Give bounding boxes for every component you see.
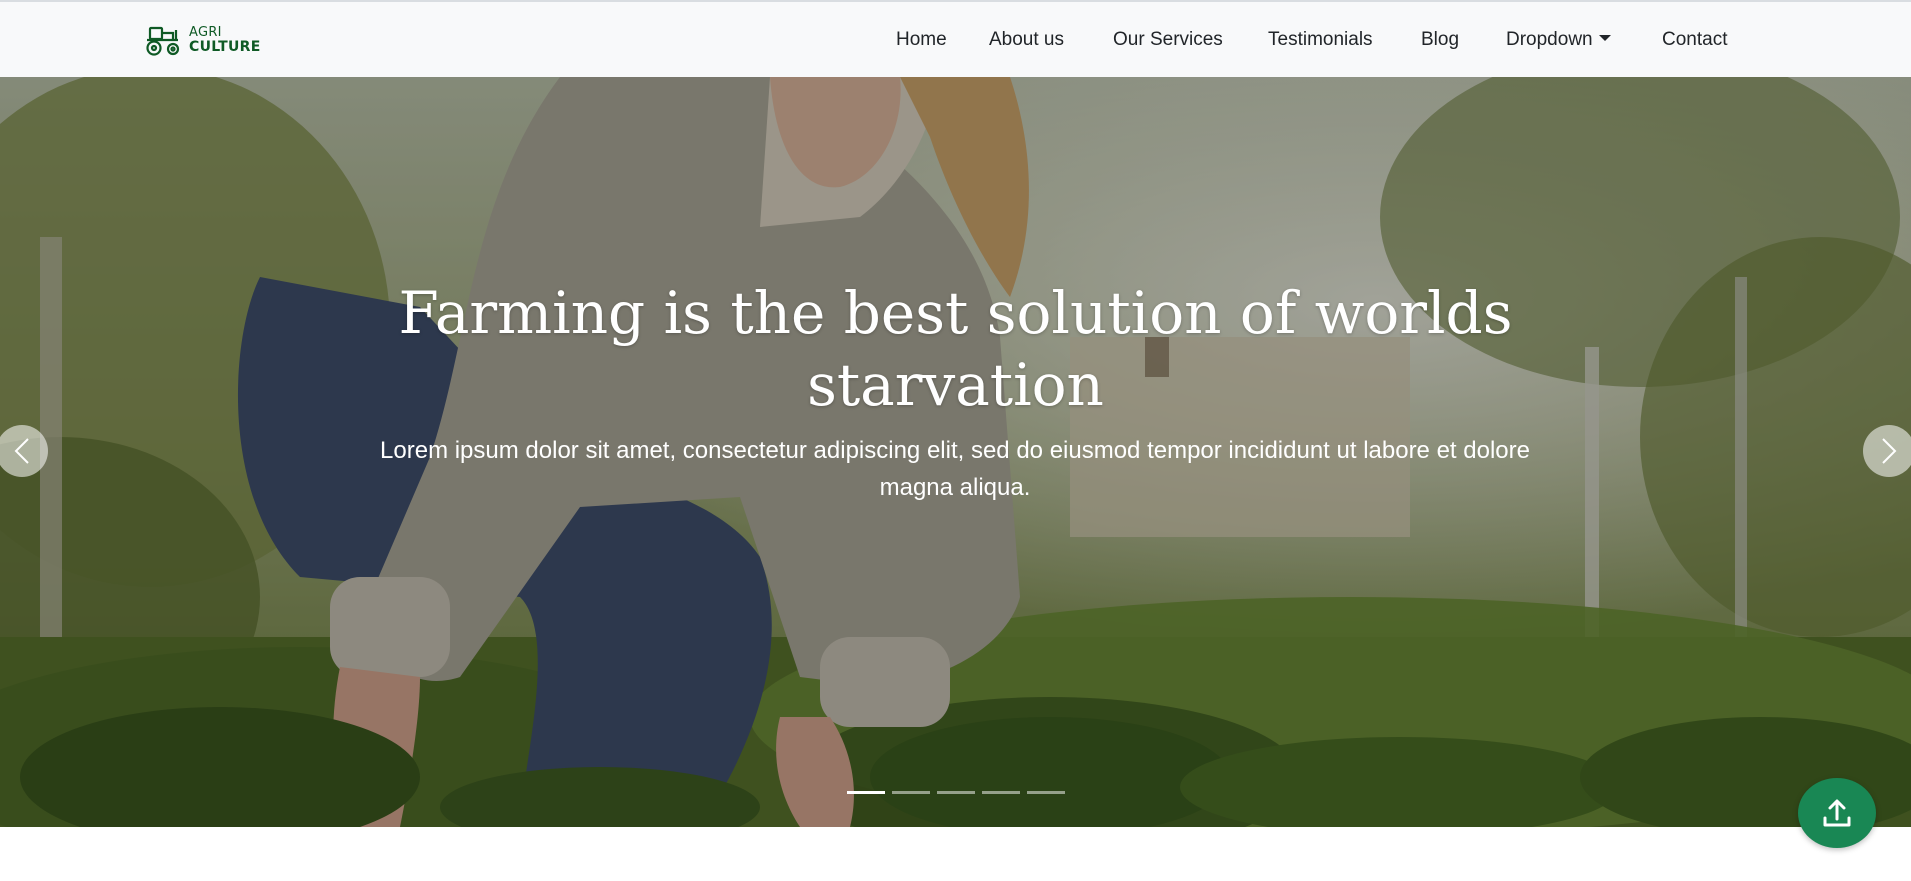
hero-subtitle: Lorem ipsum dolor sit amet, consectetur … [380, 437, 1530, 501]
hero-headline: Farming is the best solution of worlds s… [398, 279, 1513, 419]
nav-services-link[interactable]: Our Services [1113, 29, 1223, 51]
nav-dropdown-label: Dropdown [1506, 29, 1593, 50]
nav-testimonials-link[interactable]: Testimonials [1268, 29, 1373, 51]
nav-contact-link[interactable]: Contact [1662, 29, 1727, 51]
carousel-indicator[interactable] [847, 791, 885, 794]
upload-arrow-icon [1823, 799, 1851, 827]
nav-blog-link[interactable]: Blog [1421, 29, 1459, 51]
nav-dropdown-toggle[interactable]: Dropdown [1506, 29, 1611, 51]
caret-down-icon [1598, 35, 1611, 41]
navbar: AGRI CULTURE Home About us Our Services … [0, 2, 1911, 77]
chevron-right-icon [1882, 438, 1897, 464]
nav-home-link[interactable]: Home [896, 29, 947, 51]
nav-about-link[interactable]: About us [989, 29, 1064, 51]
carousel-indicator[interactable] [892, 791, 930, 794]
carousel-indicator[interactable] [1027, 791, 1065, 794]
carousel-next-button[interactable] [1863, 425, 1911, 477]
carousel-indicator[interactable] [982, 791, 1020, 794]
scroll-to-top-button[interactable] [1798, 778, 1876, 848]
chevron-left-icon [14, 438, 29, 464]
carousel-indicator[interactable] [937, 791, 975, 794]
hero-carousel: Farming is the best solution of worlds s… [0, 77, 1911, 827]
carousel-indicators [847, 791, 1065, 794]
nav-menu: Home About us Our Services Testimonials … [0, 2, 1911, 77]
